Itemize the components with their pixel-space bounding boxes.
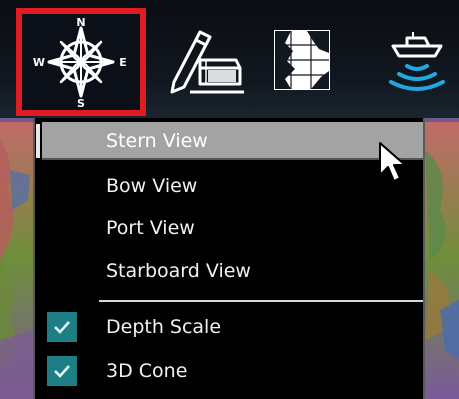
top-toolbar: N E S W — [0, 0, 459, 118]
compass-south-letter: S — [77, 97, 85, 108]
chart-map-icon — [274, 30, 330, 90]
chart-view-button[interactable] — [262, 10, 342, 110]
compass-view-button[interactable]: N E S W — [16, 8, 146, 116]
route-edit-icon — [170, 30, 244, 94]
menu-item-label: 3D Cone — [106, 360, 188, 382]
menu-item-label: Port View — [106, 217, 195, 239]
menu-item-label: Stern View — [106, 130, 208, 152]
menu-item-depth-scale[interactable]: Depth Scale — [35, 307, 423, 347]
menu-item-stern-view[interactable]: Stern View — [42, 122, 423, 160]
menu-item-bow-view[interactable]: Bow View — [35, 166, 423, 206]
compass-north-letter: N — [76, 16, 85, 29]
mouse-pointer-icon — [379, 142, 406, 182]
sonar-display-screen: N E S W Stern View Bow View Port View St… — [0, 0, 459, 399]
menu-divider — [99, 300, 423, 302]
menu-item-label: Starboard View — [106, 260, 251, 282]
sonar-view-button[interactable] — [372, 10, 459, 110]
menu-item-label: Bow View — [106, 175, 198, 197]
route-edit-button[interactable] — [150, 10, 260, 110]
menu-edge-marker — [36, 124, 40, 158]
boat-sonar-icon — [388, 32, 445, 91]
compass-west-letter: W — [33, 56, 45, 69]
view-options-menu: Stern View Bow View Port View Starboard … — [33, 118, 425, 399]
menu-item-label: Depth Scale — [106, 316, 222, 338]
compass-rose-icon: N E S W — [33, 16, 127, 108]
depth-scale-checkbox[interactable] — [47, 312, 77, 342]
checkmark-icon — [54, 365, 70, 378]
checkmark-icon — [54, 321, 70, 334]
compass-east-letter: E — [119, 56, 127, 69]
3d-cone-checkbox[interactable] — [47, 356, 77, 386]
menu-item-starboard-view[interactable]: Starboard View — [35, 251, 423, 291]
menu-item-port-view[interactable]: Port View — [35, 208, 423, 248]
menu-item-3d-cone[interactable]: 3D Cone — [35, 351, 423, 391]
